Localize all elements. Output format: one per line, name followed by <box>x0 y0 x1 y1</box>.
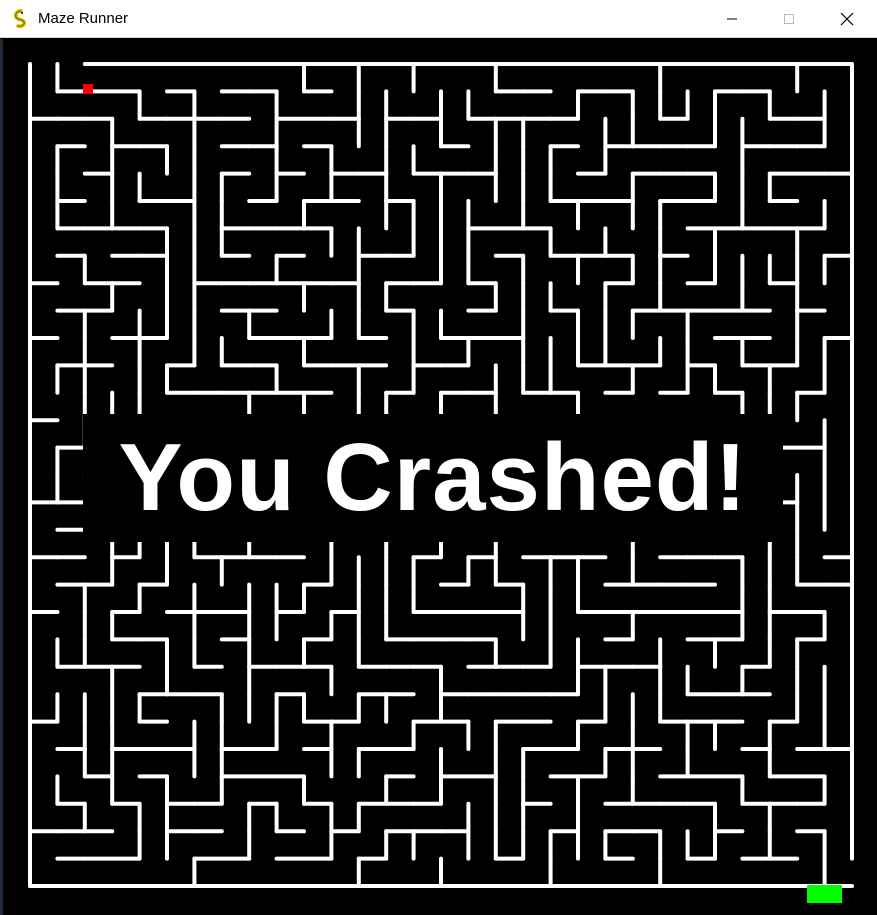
window-title: Maze Runner <box>38 10 129 27</box>
maximize-button[interactable] <box>760 0 818 38</box>
title-bar: Maze Runner <box>0 0 877 38</box>
close-button[interactable] <box>818 0 876 38</box>
pygame-snake-icon <box>13 9 27 29</box>
close-icon <box>840 12 854 26</box>
minimize-button[interactable] <box>703 0 761 38</box>
minimize-icon <box>727 18 737 20</box>
crash-message: You Crashed! <box>118 424 748 531</box>
maximize-icon <box>784 14 794 24</box>
player-marker <box>83 84 93 94</box>
crash-message-banner: You Crashed! <box>83 414 783 542</box>
game-canvas[interactable]: You Crashed! <box>3 39 874 915</box>
goal-marker <box>807 885 842 903</box>
